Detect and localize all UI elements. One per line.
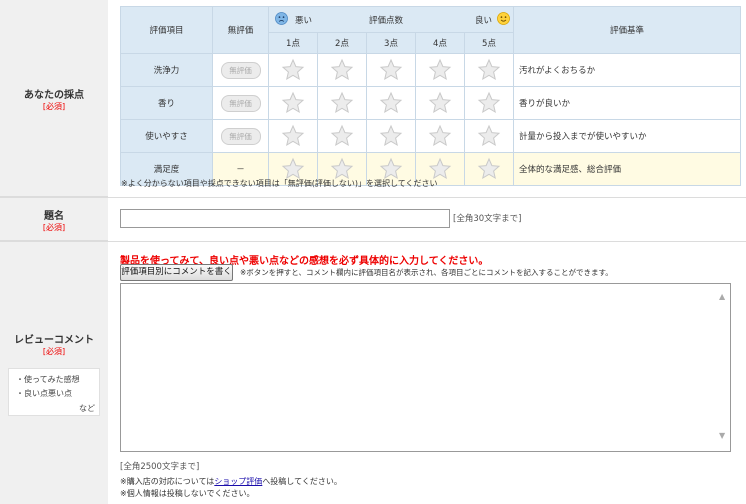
star-icon[interactable]: [428, 124, 452, 148]
title-required: [必須]: [42, 223, 66, 232]
score-count-label: 評価点数: [369, 16, 404, 26]
star-icon[interactable]: [379, 58, 403, 82]
good-label: 良い: [475, 16, 493, 26]
score-label-1: 1点: [268, 32, 318, 54]
score-label-5: 5点: [464, 32, 514, 54]
review-tips: ・使ってみた感想 ・良い点悪い点 など: [8, 368, 100, 416]
star-icon[interactable]: [428, 91, 452, 115]
shop-review-link[interactable]: ショップ評価: [214, 477, 262, 486]
header-criteria: 評価基準: [513, 6, 741, 54]
title-label: 題名: [44, 211, 64, 222]
item-label: 洗浄力: [120, 53, 213, 87]
shop-review-footnote: ※購入店の対応についてはショップ評価へ投稿してください。: [120, 476, 342, 487]
star-icon[interactable]: [428, 58, 452, 82]
star-icon[interactable]: [330, 91, 354, 115]
tip-line: ・使ってみた感想: [16, 375, 80, 384]
star-icon[interactable]: [379, 91, 403, 115]
no-rating-button[interactable]: 無評価: [220, 127, 261, 145]
scroll-up-icon[interactable]: ▲: [719, 293, 727, 301]
no-rating-button[interactable]: 無評価: [220, 94, 261, 112]
footnote-suffix: へ投稿してください。: [262, 477, 342, 486]
privacy-footnote: ※個人情報は投稿しないでください。: [120, 489, 255, 498]
comment-by-item-button[interactable]: 評価項目別にコメントを書く: [120, 264, 233, 281]
section-divider: [0, 197, 746, 198]
score-required: [必須]: [42, 102, 66, 111]
criteria-text: 香りが良いか: [513, 86, 741, 120]
star-icon[interactable]: [281, 58, 305, 82]
star-icon[interactable]: [281, 91, 305, 115]
star-icon[interactable]: [379, 124, 403, 148]
title-limit: [全角30文字まで]: [453, 214, 522, 224]
score-label-3: 3点: [366, 32, 416, 54]
bad-label: 悪い: [295, 16, 313, 26]
title-input[interactable]: [120, 209, 450, 228]
header-no-rating: 無評価: [212, 6, 269, 54]
section-divider: [0, 241, 746, 242]
score-label-4: 4点: [415, 32, 465, 54]
tip-line: など: [79, 404, 95, 413]
rating-row-scent: 香り 無評価 香りが良いか: [120, 86, 741, 120]
sad-face-icon: [275, 12, 288, 25]
header-scale: 悪い 評価点数 良い: [268, 6, 514, 33]
criteria-text: 汚れがよくおちるか: [513, 53, 741, 87]
button-note: ※ボタンを押すと、コメント欄内に評価項目名が表示され、各項目ごとにコメントを記入…: [240, 268, 613, 277]
star-icon[interactable]: [477, 58, 501, 82]
scroll-down-icon[interactable]: ▼: [719, 432, 727, 440]
rating-row-usability: 使いやすさ 無評価 計量から投入までが使いやすいか: [120, 119, 741, 153]
rating-row-cleaning: 洗浄力 無評価 汚れがよくおちるか: [120, 53, 741, 87]
criteria-text: 計量から投入までが使いやすいか: [513, 119, 741, 153]
star-icon[interactable]: [281, 124, 305, 148]
star-icon[interactable]: [477, 124, 501, 148]
item-label: 香り: [120, 86, 213, 120]
footnote-prefix: ※購入店の対応については: [120, 477, 215, 486]
star-icon[interactable]: [477, 157, 501, 181]
score-label-2: 2点: [317, 32, 367, 54]
rating-table: 評価項目 無評価 悪い 評価点数 良い 評価基準 1点 2点 3点 4点 5点 …: [120, 6, 741, 186]
header-item: 評価項目: [120, 6, 213, 54]
no-rating-button[interactable]: 無評価: [220, 61, 261, 79]
review-label: レビューコメント: [14, 335, 94, 346]
tip-line: ・良い点悪い点: [16, 389, 72, 398]
review-required: [必須]: [42, 347, 66, 356]
item-label: 使いやすさ: [120, 119, 213, 153]
score-label: あなたの採点: [24, 90, 84, 101]
comment-limit: [全角2500文字まで]: [120, 462, 200, 472]
star-icon[interactable]: [477, 91, 501, 115]
rating-note: ※よく分からない項目や採点できない項目は「無評価(評価しない)」を選択してくださ…: [121, 179, 438, 188]
review-textarea[interactable]: ▲ ▼: [120, 283, 731, 452]
star-icon[interactable]: [330, 58, 354, 82]
star-icon[interactable]: [330, 124, 354, 148]
happy-face-icon: [497, 12, 510, 25]
criteria-text: 全体的な満足感、総合評価: [513, 152, 741, 186]
